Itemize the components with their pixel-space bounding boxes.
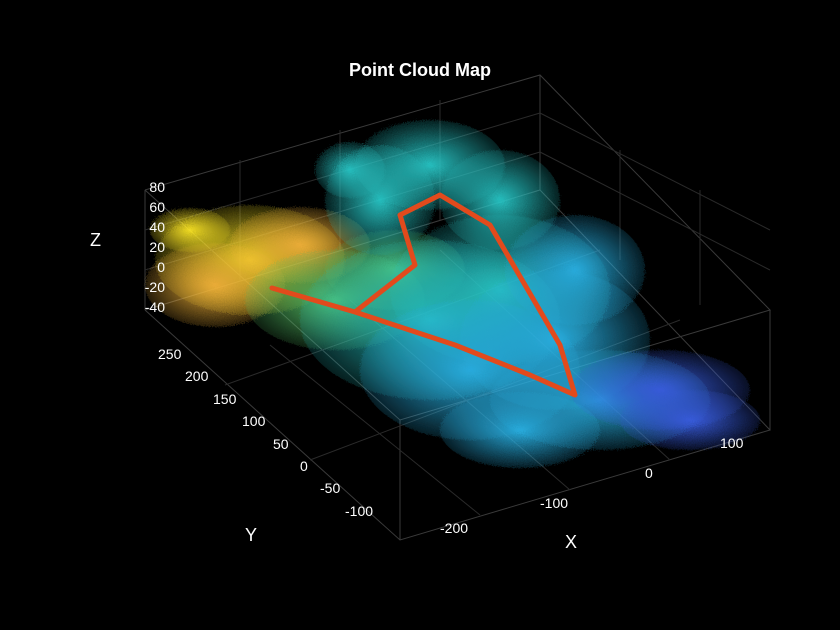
point-cloud: [145, 120, 760, 468]
y-tick: 200: [185, 368, 208, 384]
axes-3d[interactable]: [0, 0, 840, 630]
z-axis-label: Z: [90, 230, 101, 251]
y-axis-label: Y: [245, 525, 257, 546]
z-tick: 40: [130, 219, 165, 235]
z-tick: 20: [130, 239, 165, 255]
y-tick: 250: [158, 346, 181, 362]
y-tick: 150: [213, 391, 236, 407]
z-tick: 80: [130, 179, 165, 195]
x-tick: -200: [440, 520, 468, 536]
x-tick: -100: [540, 495, 568, 511]
y-tick: 50: [273, 436, 289, 452]
figure: Point Cloud Map: [0, 0, 840, 630]
x-tick: 100: [720, 435, 743, 451]
z-tick: -20: [130, 279, 165, 295]
y-tick: 0: [300, 458, 308, 474]
x-axis-label: X: [565, 532, 577, 553]
z-tick: 60: [130, 199, 165, 215]
y-tick: -100: [345, 503, 373, 519]
x-tick: 0: [645, 465, 653, 481]
z-tick: -40: [130, 299, 165, 315]
y-tick: 100: [242, 413, 265, 429]
y-tick: -50: [320, 480, 340, 496]
z-tick: 0: [130, 259, 165, 275]
